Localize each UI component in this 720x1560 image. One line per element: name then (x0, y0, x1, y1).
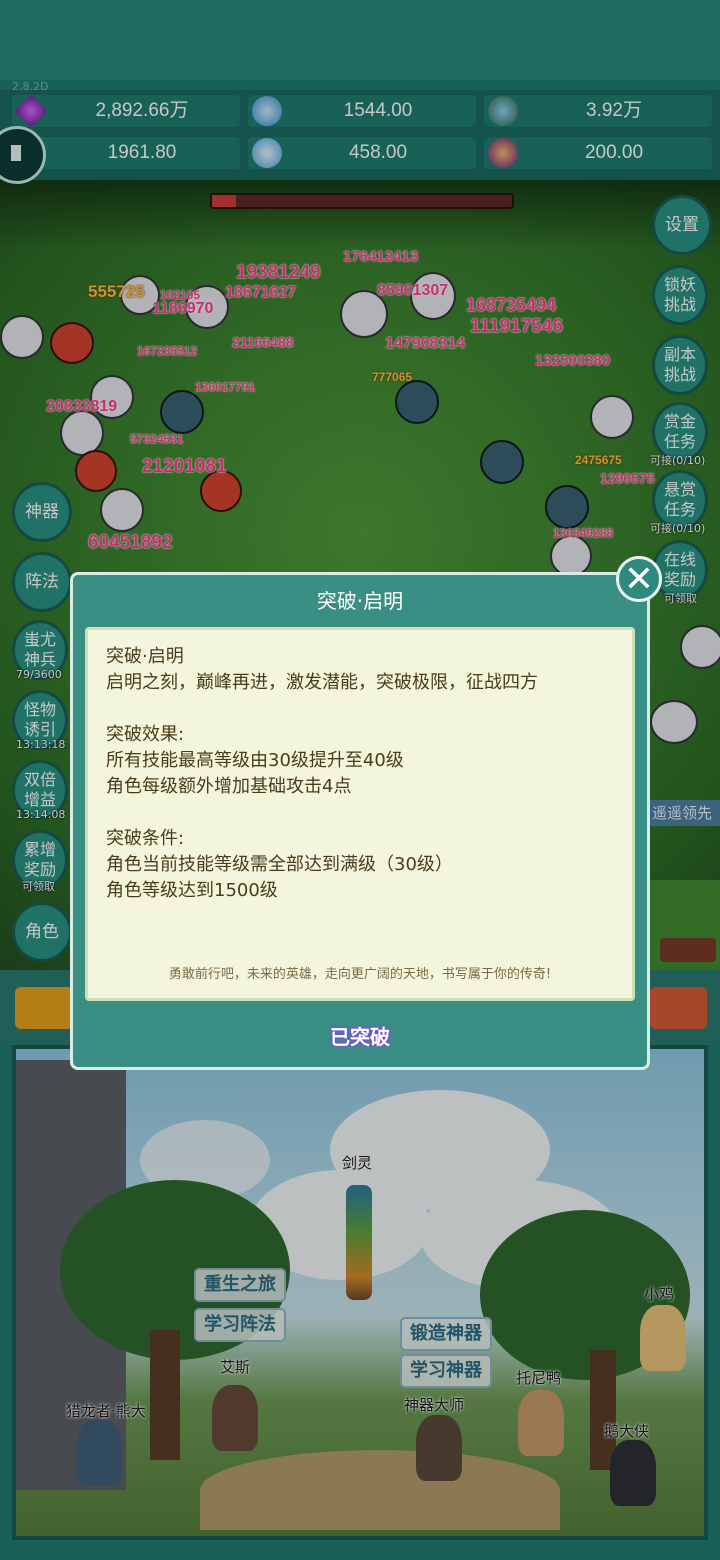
dialog-title: 突破·启明 (316, 589, 404, 613)
breakthrough-info-panel: 突破·启明 启明之刻，巅峰再进，激发潜能，突破极限，征战四方 突破效果: 所有技… (85, 627, 635, 1001)
breakthrough-status-button[interactable]: 已突破 (73, 1021, 647, 1050)
condition-item: 角色当前技能等级需全部达到满级（30级） (106, 854, 453, 875)
condition-item: 角色等级达到1500级 (106, 880, 278, 901)
effect-item: 所有技能最高等级由30级提升至40级 (106, 750, 404, 771)
close-icon[interactable]: ✕ (616, 556, 662, 602)
effect-item: 角色每级额外增加基础攻击4点 (106, 776, 352, 797)
motto-text: 勇敢前行吧，未来的英雄，走向更广阔的天地，书写属于你的传奇! (168, 967, 552, 982)
breakthrough-intro: 启明之刻，巅峰再进，激发潜能，突破极限，征战四方 (106, 672, 538, 693)
condition-title: 突破条件: (106, 828, 185, 849)
breakthrough-dialog: 突破·启明 突破·启明 启明之刻，巅峰再进，激发潜能，突破极限，征战四方 突破效… (70, 572, 650, 1070)
breakthrough-heading: 突破·启明 (106, 646, 184, 667)
effect-title: 突破效果: (106, 724, 185, 745)
